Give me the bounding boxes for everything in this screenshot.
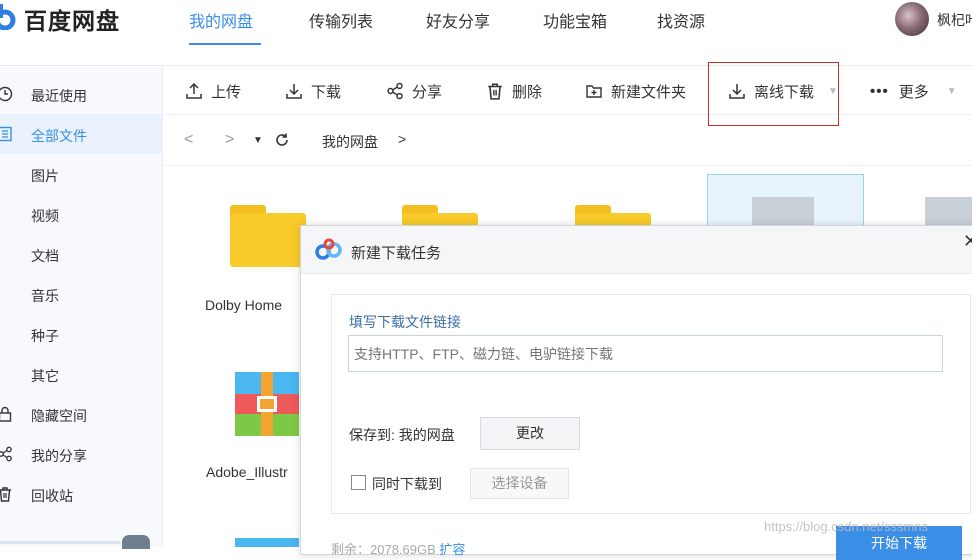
nav-friend-share[interactable]: 好友分享 (426, 8, 490, 32)
new-download-task-dialog: 新建下载任务 ✕ 填写下载文件链接 保存到: 我的网盘 更改 同时下载到 选择设… (300, 225, 972, 560)
dialog-header: 新建下载任务 ✕ (301, 226, 972, 274)
trash-icon (488, 83, 502, 100)
sidebar-item-music[interactable]: 音乐 (0, 274, 163, 314)
more-label: 更多 (898, 83, 929, 101)
upload-label: 上传 (211, 83, 242, 101)
sidebar-item-all-files[interactable]: 全部文件 (0, 114, 163, 154)
folder-icon[interactable] (230, 205, 306, 267)
file-name[interactable]: Adobe_Illustr (206, 464, 288, 480)
sidebar-item-hidden-space[interactable]: 隐藏空间 (0, 394, 163, 434)
file-list-icon (0, 126, 12, 142)
trash-icon (0, 487, 11, 502)
new-folder-label: 新建文件夹 (611, 83, 687, 101)
share-icon (0, 446, 12, 462)
sidebar-item-label: 回收站 (31, 488, 73, 504)
sidebar-item-recent[interactable]: 最近使用 (0, 74, 163, 114)
sidebar-item-label: 音乐 (31, 288, 59, 304)
sidebar-item-label: 种子 (31, 328, 59, 344)
baidu-cloud-logo-icon (315, 238, 342, 260)
username[interactable]: 枫杞叶 (937, 10, 972, 30)
new-folder-icon (586, 85, 602, 98)
sidebar-item-label: 视频 (31, 208, 59, 224)
more-icon: ••• (870, 82, 889, 100)
breadcrumb-separator: > (398, 131, 407, 147)
delete-button[interactable]: 删除 (486, 67, 542, 115)
winrar-archive-icon[interactable] (235, 372, 299, 436)
close-icon[interactable]: ✕ (963, 231, 972, 252)
download-link-input[interactable] (348, 335, 943, 372)
toolbar: 上传 下载 分享 删除 新建文件夹 离线下载 ▼ ••• 更多 ▼ (164, 67, 972, 115)
more-button[interactable]: ••• 更多 ▼ (870, 67, 957, 115)
expand-storage-link[interactable]: 扩容 (439, 542, 465, 557)
share-icon (387, 82, 403, 100)
sidebar-item-torrents[interactable]: 种子 (0, 314, 163, 354)
sidebar-item-recycle-bin[interactable]: 回收站 (0, 474, 163, 514)
sync-download-label[interactable]: 同时下载到 (372, 474, 442, 494)
sidebar-item-label: 最近使用 (31, 88, 87, 104)
file-icon-partial (235, 538, 299, 547)
select-device-button[interactable]: 选择设备 (470, 468, 569, 499)
sidebar-divider (0, 541, 120, 544)
save-location-label: 保存到: 我的网盘 (349, 427, 455, 443)
sidebar-item-others[interactable]: 其它 (0, 354, 163, 394)
sidebar-item-my-shares[interactable]: 我的分享 (0, 434, 163, 474)
share-button[interactable]: 分享 (386, 67, 442, 115)
nav-transfer-list[interactable]: 传输列表 (309, 8, 373, 32)
sidebar-item-videos[interactable]: 视频 (0, 194, 163, 234)
breadcrumb-root[interactable]: 我的网盘 (322, 132, 378, 152)
link-field-label: 填写下载文件链接 (349, 314, 461, 330)
sidebar-item-label: 我的分享 (31, 448, 87, 464)
sidebar-item-label: 文档 (31, 248, 59, 264)
new-folder-button[interactable]: 新建文件夹 (585, 67, 686, 115)
refresh-icon[interactable] (274, 132, 290, 148)
dialog-title: 新建下载任务 (351, 245, 442, 262)
upload-button[interactable]: 上传 (185, 67, 241, 115)
sidebar-item-label: 其它 (31, 368, 59, 384)
share-label: 分享 (412, 83, 443, 101)
delete-label: 删除 (512, 83, 543, 101)
lock-icon (0, 406, 12, 422)
remaining-space: 剩余：2078.69GB 扩容 (331, 539, 465, 558)
baidu-pan-logo-icon (0, 4, 16, 30)
download-icon (286, 84, 302, 99)
avatar[interactable] (895, 2, 929, 36)
clock-icon (0, 86, 13, 102)
upload-icon (186, 82, 202, 99)
nav-find-resources[interactable]: 找资源 (657, 8, 705, 32)
chevron-down-icon: ▼ (946, 85, 957, 97)
nav-my-pan[interactable]: 我的网盘 (189, 8, 253, 32)
sidebar: 最近使用 全部文件 图片 视频 文档 音乐 种子 其它 隐藏空间 我的分享 回收… (0, 67, 163, 549)
nav-toolbox[interactable]: 功能宝箱 (543, 8, 607, 32)
breadcrumb: < > ▼ 我的网盘 > (164, 116, 972, 166)
active-nav-underline (189, 43, 261, 45)
sidebar-item-images[interactable]: 图片 (0, 154, 163, 194)
back-icon[interactable]: < (184, 131, 193, 149)
sidebar-item-label: 全部文件 (31, 128, 87, 144)
history-dropdown-icon[interactable]: ▼ (253, 135, 263, 146)
watermark: https://blog.csdn.net/sssmns (764, 519, 929, 534)
file-name[interactable]: Dolby Home (205, 297, 282, 313)
forward-icon[interactable]: > (225, 131, 234, 149)
download-label: 下载 (311, 83, 342, 101)
change-location-button[interactable]: 更改 (480, 417, 580, 450)
top-bar: 百度网盘 我的网盘 传输列表 好友分享 功能宝箱 找资源 枫杞叶 (0, 0, 972, 66)
sidebar-item-label: 图片 (31, 168, 59, 184)
sidebar-item-documents[interactable]: 文档 (0, 234, 163, 274)
app-name: 百度网盘 (24, 8, 120, 34)
sync-download-checkbox[interactable] (351, 475, 366, 490)
app-logo[interactable]: 百度网盘 (0, 0, 135, 34)
remaining-space-text: 剩余：2078.69GB (331, 542, 436, 557)
download-button[interactable]: 下载 (285, 67, 341, 115)
sidebar-item-label: 隐藏空间 (31, 408, 87, 424)
